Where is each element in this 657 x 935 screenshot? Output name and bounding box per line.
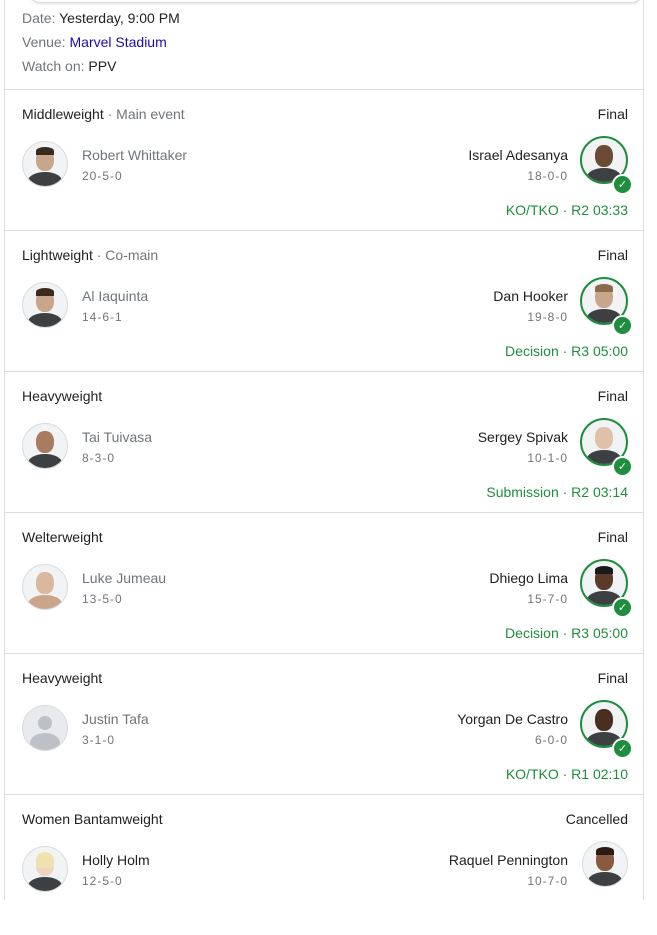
face-shape (595, 427, 613, 449)
fighter-record-right: 10-1-0 (527, 451, 568, 465)
fight-row[interactable]: Women Bantamweight Cancelled Holly Holm … (5, 795, 643, 935)
fight-result: Decision · R3 05:00 (505, 343, 628, 359)
hair-shape (595, 284, 613, 292)
fight-status: Final (597, 106, 628, 122)
weight-class: Middleweight (22, 106, 104, 122)
face-shape (595, 709, 613, 731)
fighter-name-right[interactable]: Dan Hooker (493, 287, 568, 305)
fight-row[interactable]: Heavyweight Final Tai Tuivasa 8-3-0 Serg… (5, 372, 643, 512)
fighter-name-left[interactable]: Robert Whittaker (82, 146, 187, 164)
body-shape (28, 313, 62, 327)
body-shape (588, 872, 622, 886)
fighter-avatar[interactable] (22, 846, 68, 892)
face-shape (36, 572, 54, 594)
fight-result: Submission · R2 03:14 (486, 484, 628, 500)
fight-status: Final (597, 247, 628, 263)
event-date-row: Date: Yesterday, 9:00 PM (22, 8, 180, 28)
billing-label: Main event (116, 106, 185, 122)
venue-link[interactable]: Marvel Stadium (70, 34, 167, 50)
fighter-avatar[interactable] (22, 141, 68, 187)
date-value: Yesterday, 9:00 PM (59, 10, 180, 26)
fighter-record-right: 6-0-0 (534, 733, 568, 747)
fighter-record-left: 20-5-0 (82, 169, 123, 183)
body-shape (28, 877, 62, 891)
fight-row[interactable]: Heavyweight Final Justin Tafa 3-1-0 Yorg… (5, 654, 643, 794)
placeholder-avatar-icon[interactable] (22, 705, 68, 751)
checkmark-icon: ✓ (612, 315, 633, 336)
weight-class: Lightweight (22, 247, 93, 263)
hair-shape (36, 852, 54, 868)
hair-shape (596, 847, 614, 855)
date-label: Date: (22, 10, 56, 26)
fight-row[interactable]: Lightweight · Co-main Final Al Iaquinta … (5, 231, 643, 371)
fighter-record-left: 8-3-0 (82, 451, 116, 465)
weight-class: Welterweight (22, 529, 103, 545)
billing-label: Co-main (105, 247, 159, 263)
face-shape (595, 145, 613, 167)
checkmark-icon: ✓ (612, 597, 633, 618)
hair-shape (36, 147, 54, 155)
watch-label: Watch on: (22, 58, 85, 74)
fighter-avatar[interactable] (22, 564, 68, 610)
body-shape (28, 172, 62, 186)
placeholder-body (30, 733, 60, 750)
fight-status: Final (597, 670, 628, 686)
fighter-record-left: 14-6-1 (82, 310, 123, 324)
fight-weight-class: Welterweight (22, 527, 103, 547)
venue-label: Venue: (22, 34, 66, 50)
weight-class: Women Bantamweight (22, 811, 163, 827)
checkmark-icon: ✓ (612, 456, 633, 477)
event-venue-row: Venue: Marvel Stadium (22, 32, 167, 52)
placeholder-head (38, 716, 52, 730)
fight-status: Final (597, 529, 628, 545)
fighter-name-right[interactable]: Dhiego Lima (489, 569, 568, 587)
fight-result: KO/TKO · R2 03:33 (505, 202, 628, 218)
hair-shape (36, 288, 54, 296)
body-shape (28, 595, 62, 609)
fight-status: Cancelled (565, 811, 628, 827)
fight-status: Final (597, 388, 628, 404)
fight-weight-class: Lightweight · Co-main (22, 245, 158, 265)
fight-result: KO/TKO · R1 02:10 (505, 766, 628, 782)
fight-billing: · Main event (103, 106, 185, 122)
fighter-name-right[interactable]: Yorgan De Castro (457, 710, 568, 728)
fighter-record-left: 12-5-0 (82, 874, 123, 888)
fighter-name-left[interactable]: Al Iaquinta (82, 287, 148, 305)
fighter-avatar[interactable] (22, 282, 68, 328)
fight-weight-class: Middleweight · Main event (22, 104, 185, 124)
hair-shape (595, 566, 613, 574)
fight-result: Decision · R3 05:00 (505, 625, 628, 641)
weight-class: Heavyweight (22, 388, 103, 404)
fight-billing: · Co-main (92, 247, 159, 263)
fighter-record-right: 19-8-0 (527, 310, 568, 324)
watch-value: PPV (88, 58, 117, 74)
fighter-name-right[interactable]: Israel Adesanya (468, 146, 568, 164)
fight-weight-class: Heavyweight (22, 668, 102, 688)
fighter-name-left[interactable]: Luke Jumeau (82, 569, 166, 587)
fighter-name-left[interactable]: Tai Tuivasa (82, 428, 152, 446)
event-watch-row: Watch on: PPV (22, 56, 116, 76)
fighter-name-right[interactable]: Sergey Spivak (478, 428, 568, 446)
fight-row[interactable]: Welterweight Final Luke Jumeau 13-5-0 Dh… (5, 513, 643, 653)
event-card: Date: Yesterday, 9:00 PM Venue: Marvel S… (4, 0, 644, 900)
fighter-name-right[interactable]: Raquel Pennington (449, 851, 568, 869)
fighter-record-left: 3-1-0 (82, 733, 116, 747)
fight-weight-class: Heavyweight (22, 386, 102, 406)
fighter-record-right: 18-0-0 (527, 169, 568, 183)
checkmark-icon: ✓ (612, 738, 633, 759)
fighter-name-left[interactable]: Holly Holm (82, 851, 150, 869)
fighter-record-right: 10-7-0 (527, 874, 568, 888)
face-shape (36, 431, 54, 453)
fighter-record-right: 15-7-0 (527, 592, 568, 606)
fight-weight-class: Women Bantamweight (22, 809, 163, 829)
fighter-avatar[interactable] (22, 423, 68, 469)
fighter-name-left[interactable]: Justin Tafa (82, 710, 149, 728)
body-shape (28, 454, 62, 468)
fighter-record-left: 13-5-0 (82, 592, 123, 606)
checkmark-icon: ✓ (612, 174, 633, 195)
fight-row[interactable]: Middleweight · Main event Final Robert W… (5, 90, 643, 230)
weight-class: Heavyweight (22, 670, 103, 686)
fighter-avatar[interactable] (582, 841, 628, 887)
